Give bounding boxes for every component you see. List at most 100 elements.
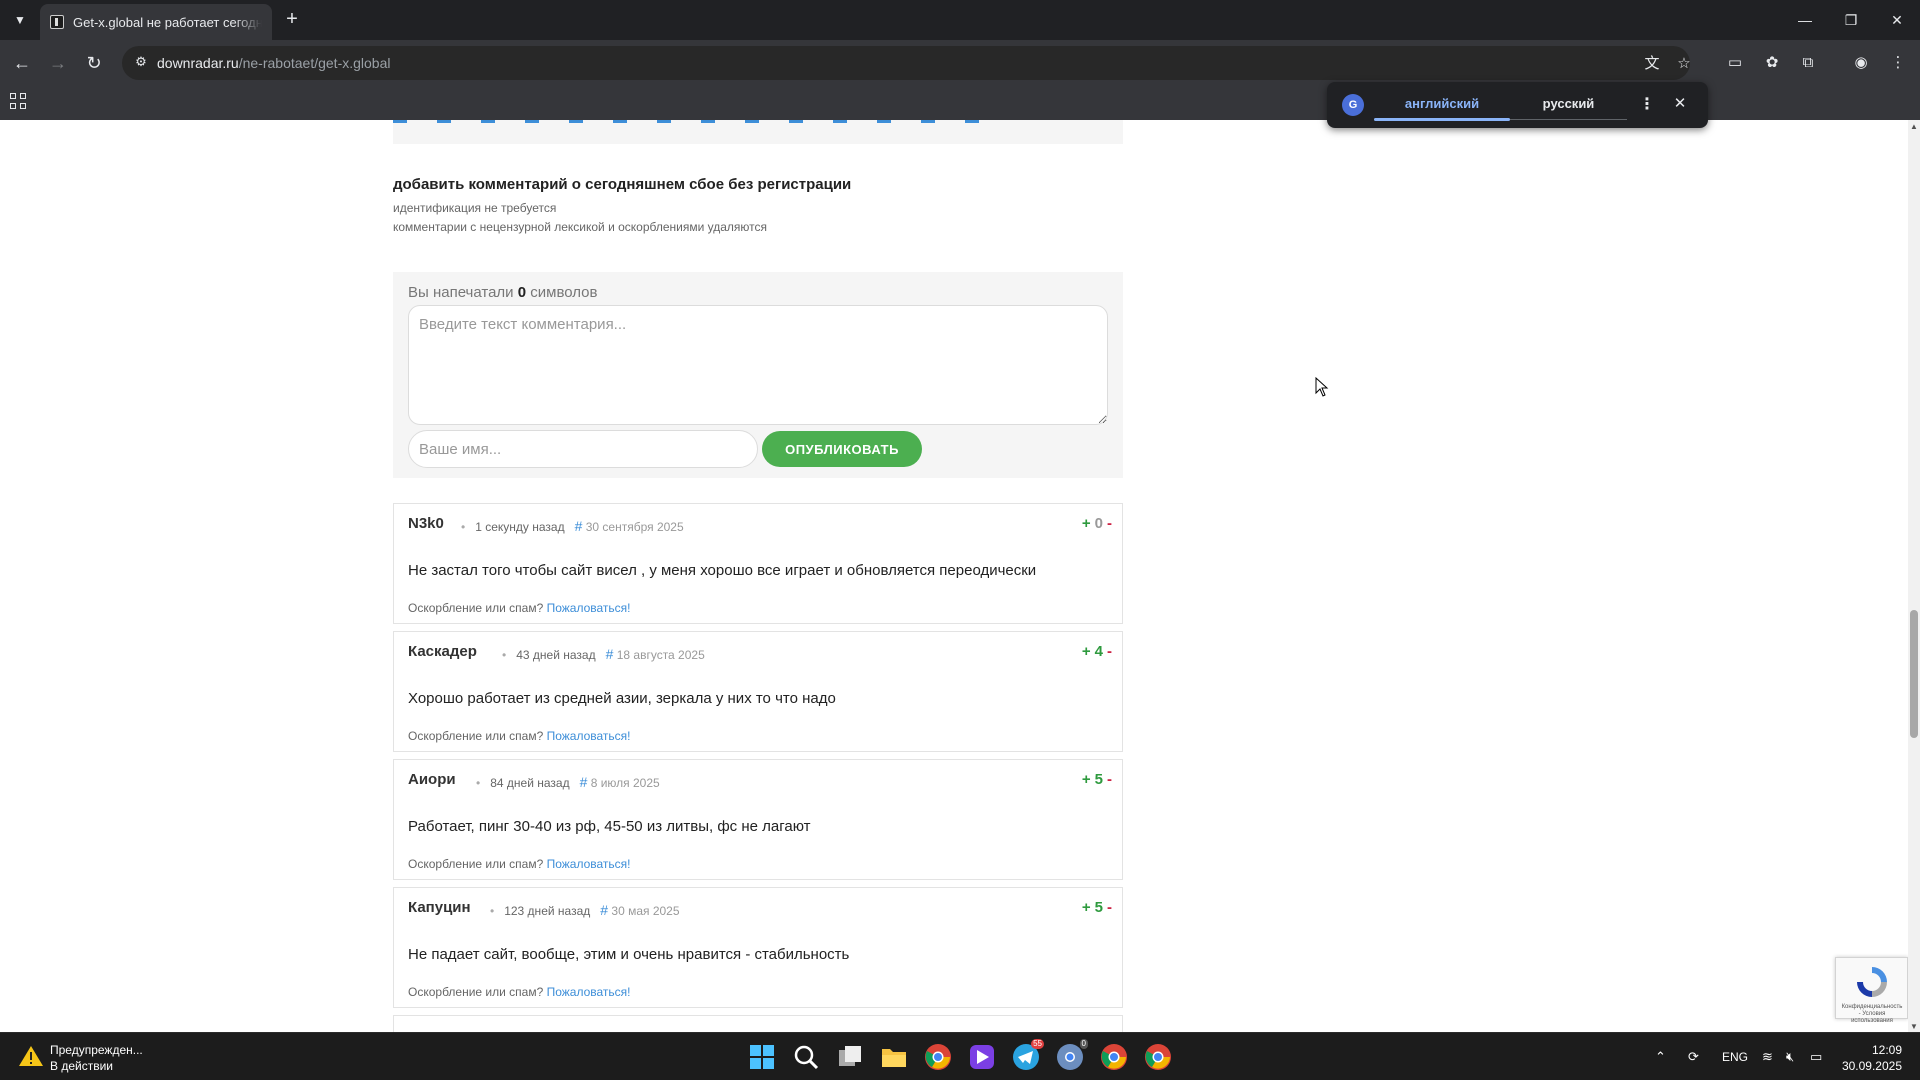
translate-tab-target[interactable]: русский	[1510, 96, 1627, 111]
name-input[interactable]	[408, 430, 758, 468]
tab-search-chevron-icon[interactable]: ▼	[6, 8, 34, 32]
site-favicon-icon	[50, 15, 64, 29]
page-scrollbar[interactable]: ▲ ▼	[1908, 120, 1920, 1032]
scroll-thumb[interactable]	[1910, 610, 1918, 738]
new-tab-plus-icon[interactable]: +	[280, 8, 304, 32]
scroll-up-icon[interactable]: ▲	[1910, 122, 1918, 131]
clock[interactable]: 12:09 30.09.2025	[1838, 1042, 1902, 1074]
vote-down-button[interactable]: -	[1107, 515, 1112, 532]
form-note-rules: комментарии с нецензурной лексикой и оск…	[393, 220, 768, 234]
translate-icon[interactable]: 文	[1642, 54, 1662, 74]
vote-up-button[interactable]: +	[1082, 643, 1091, 660]
media-app-icon[interactable]	[968, 1043, 996, 1071]
vote-down-button[interactable]: -	[1107, 643, 1112, 660]
comment-permalink[interactable]: #	[580, 774, 588, 790]
comment-author: N3k0	[408, 515, 444, 532]
menu-kebab-icon[interactable]: ⋮	[1887, 52, 1909, 74]
battery-icon[interactable]: ▭	[1810, 1049, 1822, 1065]
windows-taskbar: Предупрежден... В действии 55 0 ⌃ ⟳ ENG …	[0, 1032, 1920, 1080]
extensions-puzzle-icon[interactable]: ⧉	[1797, 52, 1819, 74]
publish-button[interactable]: ОПУБЛИКОВАТЬ	[762, 431, 922, 467]
form-heading: добавить комментарий о сегодняшнем сбое …	[393, 176, 852, 193]
task-view-icon[interactable]	[836, 1043, 864, 1071]
clock-time: 12:09	[1871, 1043, 1902, 1057]
minimize-icon[interactable]: —	[1782, 0, 1828, 40]
cookie-icon[interactable]: ✿	[1761, 52, 1783, 74]
comment-card: Каскадер • 43 дней назад # 18 августа 2025 +…	[393, 631, 1123, 752]
address-bar[interactable]: ⚙ downradar.ru/ne-rabotaet/get-x.global …	[122, 46, 1691, 80]
camera-icon[interactable]: ▭	[1724, 52, 1746, 74]
vote-up-button[interactable]: +	[1082, 515, 1091, 532]
comment-meta: • 123 дней назад # 30 мая 2025	[490, 902, 680, 918]
comment-textarea[interactable]	[408, 305, 1108, 425]
scroll-down-icon[interactable]: ▼	[1910, 1022, 1918, 1031]
forward-arrow-icon[interactable]: →	[44, 49, 72, 77]
tab-strip: ▼ Get-x.global не работает сегодня с + —…	[0, 0, 1920, 40]
sync-icon[interactable]: ⟳	[1688, 1049, 1699, 1065]
vote-up-button[interactable]: +	[1082, 771, 1091, 788]
tray-chevron-up-icon[interactable]: ⌃	[1655, 1049, 1666, 1065]
mouse-cursor-icon	[1315, 377, 1329, 397]
report-link[interactable]: Пожаловаться!	[547, 857, 631, 871]
comment-text: Не застал того чтобы сайт висел , у меня…	[408, 562, 1037, 579]
profile-avatar-icon[interactable]: ◉	[1850, 52, 1872, 74]
comment-date: 30 сентября 2025	[585, 520, 684, 534]
vote-score: 5	[1094, 899, 1103, 916]
windows-start-icon[interactable]	[748, 1043, 776, 1071]
comment-form-header: добавить комментарий о сегодняшнем сбое …	[393, 176, 851, 237]
back-arrow-icon[interactable]: ←	[8, 49, 36, 77]
chrome-active-icon[interactable]	[1100, 1043, 1128, 1071]
notification-title: Предупрежден...	[50, 1043, 143, 1057]
telegram-icon[interactable]: 55	[1012, 1039, 1044, 1071]
wifi-icon[interactable]: ≋	[1762, 1049, 1773, 1065]
chrome-profile-icon[interactable]: 0	[1056, 1039, 1088, 1071]
restore-icon[interactable]: ❐	[1828, 0, 1874, 40]
recaptcha-badge[interactable]: Конфиденциальность - Условия использован…	[1835, 957, 1908, 1024]
warning-triangle-icon[interactable]	[18, 1044, 44, 1068]
vote-up-button[interactable]: +	[1082, 899, 1091, 916]
comment-permalink[interactable]: #	[606, 646, 614, 662]
close-window-icon[interactable]: ✕	[1874, 0, 1920, 40]
url-text[interactable]: downradar.ru/ne-rabotaet/get-x.global	[157, 55, 390, 71]
volume-muted-icon[interactable]: 🔇︎	[1786, 1049, 1794, 1065]
apps-grid-icon[interactable]	[10, 93, 30, 113]
page-viewport: добавить комментарий о сегодняшнем сбое …	[0, 120, 1908, 1032]
site-info-icon[interactable]: ⚙	[132, 54, 150, 72]
vote-down-button[interactable]: -	[1107, 899, 1112, 916]
notification-sub: В действии	[50, 1059, 113, 1073]
comment-ago: 123 дней назад	[504, 904, 591, 918]
comment-permalink[interactable]: #	[575, 518, 583, 534]
translate-close-icon[interactable]: ✕	[1670, 94, 1690, 112]
language-indicator[interactable]: ENG	[1722, 1050, 1748, 1064]
vote-down-button[interactable]: -	[1107, 771, 1112, 788]
translate-tab-source[interactable]: английский	[1374, 96, 1510, 111]
comment-card: Капуцин • 123 дней назад # 30 мая 2025 +5- Не…	[393, 887, 1123, 1008]
chrome-second-icon[interactable]	[1144, 1043, 1172, 1071]
comment-permalink[interactable]: #	[600, 902, 608, 918]
file-explorer-icon[interactable]	[880, 1043, 908, 1071]
tab-title: Get-x.global не работает сегодня с	[73, 14, 262, 30]
chrome-icon[interactable]	[924, 1043, 952, 1071]
comment-date: 8 июля 2025	[590, 776, 660, 790]
comment-form: Вы напечатали 0 символов ОПУБЛИКОВАТЬ	[393, 272, 1123, 478]
translate-options-icon[interactable]: ⋮	[1637, 94, 1657, 114]
report-link[interactable]: Пожаловаться!	[547, 985, 631, 999]
translate-popup: G английский русский ⋮ ✕	[1327, 82, 1708, 128]
vote-score: 0	[1094, 515, 1103, 532]
comment-meta: • 43 дней назад # 18 августа 2025	[502, 646, 705, 662]
report-link[interactable]: Пожаловаться!	[547, 601, 631, 615]
comment-date: 18 августа 2025	[616, 648, 705, 662]
form-note-identification: идентификация не требуется	[393, 201, 557, 215]
comment-ago: 84 дней назад	[490, 776, 570, 790]
google-translate-icon: G	[1342, 94, 1364, 116]
recaptcha-text[interactable]: Конфиденциальность - Условия использован…	[1840, 1004, 1904, 1025]
search-icon[interactable]	[792, 1043, 820, 1071]
comment-vote: +5-	[1082, 771, 1112, 788]
bookmark-star-icon[interactable]: ☆	[1674, 54, 1694, 74]
reload-icon[interactable]: ↻	[80, 49, 108, 77]
notification-text[interactable]: Предупрежден... В действии	[50, 1042, 143, 1074]
comment-card: Аиори • 84 дней назад # 8 июля 2025 +5- Работ…	[393, 759, 1123, 880]
report-link[interactable]: Пожаловаться!	[547, 729, 631, 743]
comment-meta: • 84 дней назад # 8 июля 2025	[476, 774, 660, 790]
tab-active[interactable]: Get-x.global не работает сегодня с	[40, 4, 272, 40]
